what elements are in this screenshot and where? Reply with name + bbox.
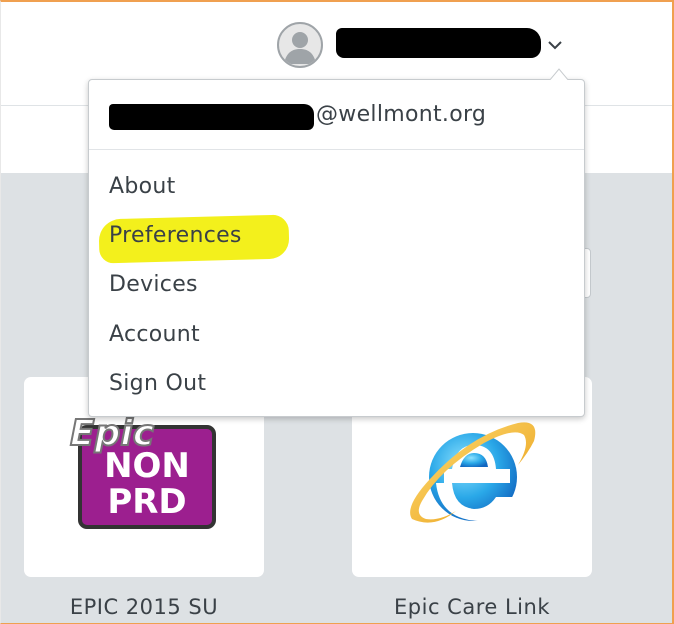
user-dropdown-menu: @wellmont.org About Preferences Devices … (88, 79, 585, 417)
menu-item-label: Preferences (109, 223, 242, 248)
email-redacted (109, 104, 314, 130)
menu-item-label: Sign Out (109, 371, 207, 396)
menu-item-label: About (109, 174, 176, 199)
menu-item-account[interactable]: Account (89, 316, 584, 358)
chevron-down-icon[interactable] (547, 36, 563, 50)
username-redacted[interactable] (336, 28, 541, 58)
email-domain-text: @wellmont.org (316, 102, 487, 127)
menu-divider (89, 149, 584, 150)
internet-explorer-icon (400, 415, 546, 535)
menu-item-label: Account (109, 322, 200, 347)
menu-item-about[interactable]: About (89, 168, 584, 210)
menu-item-sign-out[interactable]: Sign Out (89, 365, 584, 407)
menu-pointer-arrow (547, 66, 571, 82)
menu-user-email: @wellmont.org (109, 98, 569, 136)
logo-text-non: NON (104, 446, 190, 486)
user-avatar-icon[interactable] (277, 22, 323, 68)
logo-text-prd: PRD (107, 482, 187, 522)
menu-item-devices[interactable]: Devices (89, 266, 584, 308)
app-label-epic-2015-su[interactable]: EPIC 2015 SU (24, 595, 264, 619)
menu-item-label: Devices (109, 272, 198, 297)
menu-item-preferences[interactable]: Preferences (89, 214, 584, 264)
app-label-epic-care-link[interactable]: Epic Care Link (352, 595, 592, 619)
logo-text-epic: Epic (69, 413, 155, 455)
